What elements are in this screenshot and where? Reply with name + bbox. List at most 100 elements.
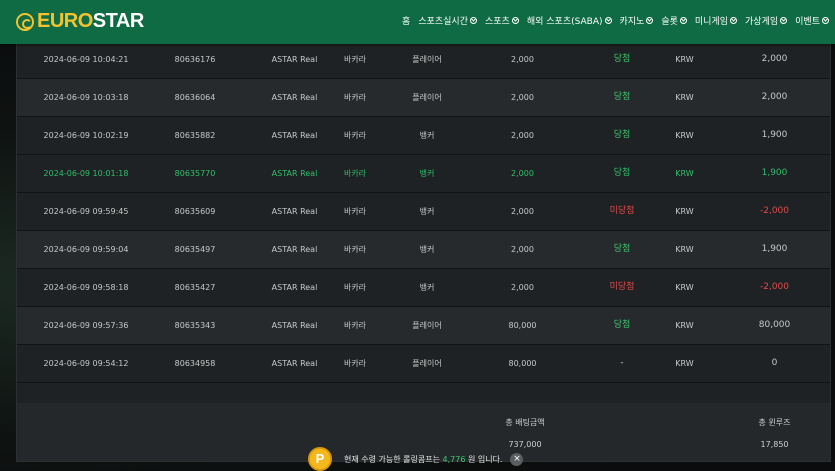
bet-date: 2024-06-09 09:54:12 (43, 359, 129, 368)
toast-close-button[interactable]: × (510, 452, 524, 466)
bet-date: 2024-06-09 09:58:18 (43, 283, 129, 292)
nav-item-label: 스포츠실시간 (418, 17, 468, 27)
chevron-down-icon (604, 17, 612, 24)
bet-result: 미당첨 (609, 282, 635, 292)
game-type: 바카라 (343, 93, 367, 102)
currency: KRW (675, 207, 694, 216)
nav-item[interactable]: 카지노 (620, 14, 654, 27)
total-winlose-value: 17,850 (760, 440, 789, 449)
nav-item[interactable]: 스포츠실시간 (418, 14, 477, 27)
payout: 1,900 (761, 130, 788, 140)
bet-amount: 2,000 (511, 55, 534, 64)
logo-icon (16, 12, 34, 31)
nav-item[interactable]: 홈 (402, 14, 410, 27)
bet-result: 당첨 (613, 320, 631, 330)
table-row[interactable]: 2024-06-09 09:54:12 80634958 ASTAR Real 바카라… (17, 345, 830, 383)
table-row[interactable]: 2024-06-09 09:59:04 80635497 ASTAR Real 바카라… (17, 231, 830, 269)
table-row[interactable]: 2024-06-09 10:03:18 80636064 ASTAR Real 바카라… (17, 79, 830, 117)
bet-id: 80636064 (174, 93, 216, 102)
bet-date: 2024-06-09 09:59:04 (43, 245, 129, 254)
game-name: ASTAR Real (271, 131, 318, 140)
game-type: 바카라 (343, 169, 367, 178)
toast-suffix: 원 입니다. (467, 454, 503, 464)
nav-item-label: 이벤트 (795, 17, 820, 27)
bet-date: 2024-06-09 09:57:36 (43, 321, 129, 330)
bet-choice: 플레이어 (412, 55, 442, 64)
toast-points: 4,776 (442, 454, 466, 464)
chevron-down-icon (511, 17, 519, 24)
bet-id: 80635770 (174, 169, 216, 178)
bet-result: 미당첨 (609, 206, 635, 216)
nav-item-label: 카지노 (619, 17, 645, 27)
bet-id: 80635882 (174, 131, 216, 140)
nav-item[interactable]: 슬롯 (661, 14, 687, 27)
bet-amount: 2,000 (511, 131, 534, 140)
bet-amount: 2,000 (511, 93, 534, 102)
bet-amount: 2,000 (511, 207, 534, 216)
currency: KRW (675, 55, 694, 64)
bet-date: 2024-06-09 09:59:45 (43, 207, 129, 216)
table-row[interactable]: 2024-06-09 09:57:36 80635343 ASTAR Real 바카라… (17, 307, 830, 345)
chevron-down-icon (822, 17, 829, 24)
total-bet-label: 총 배팅금액 (505, 418, 545, 427)
table-row[interactable]: 2024-06-09 10:02:19 80635882 ASTAR Real 바카라… (17, 117, 830, 155)
game-name: ASTAR Real (271, 321, 318, 330)
bet-result: 당첨 (613, 130, 631, 140)
currency: KRW (675, 169, 694, 178)
bet-date: 2024-06-09 10:02:19 (43, 131, 129, 140)
table-row[interactable]: 2024-06-09 09:58:18 80635427 ASTAR Real 바카라… (17, 269, 830, 307)
bet-result: 당첨 (613, 54, 631, 64)
chevron-down-icon (730, 17, 738, 24)
nav-item-label: 홈 (402, 17, 411, 27)
bet-date: 2024-06-09 10:03:18 (43, 93, 129, 102)
bet-amount: 2,000 (511, 245, 534, 254)
nav-item-label: 스포츠 (485, 17, 510, 27)
currency: KRW (675, 359, 694, 368)
game-name: ASTAR Real (271, 55, 318, 64)
game-name: ASTAR Real (271, 207, 318, 216)
chevron-down-icon (646, 17, 654, 24)
game-type: 바카라 (343, 321, 367, 330)
chevron-down-icon (679, 17, 687, 24)
game-type: 바카라 (343, 131, 367, 140)
bet-choice: 플레이어 (412, 359, 442, 368)
bet-choice: 뱅커 (419, 207, 435, 216)
payout: 1,900 (761, 244, 788, 254)
nav-item[interactable]: 해외 스포츠(SABA) (527, 14, 612, 27)
bet-choice: 뱅커 (419, 245, 435, 254)
game-name: ASTAR Real (271, 359, 318, 368)
game-type: 바카라 (343, 245, 367, 254)
site-logo[interactable]: EUROSTAR (16, 10, 144, 33)
bet-id: 80636176 (174, 55, 216, 64)
nav-item[interactable]: 미니게임 (695, 14, 738, 27)
nav-item[interactable]: 이벤트 (795, 14, 829, 27)
currency: KRW (675, 93, 694, 102)
table-row[interactable]: 2024-06-09 10:04:21 80636176 ASTAR Real 바카라… (17, 41, 830, 79)
nav-item[interactable]: 스포츠 (485, 14, 519, 27)
bet-result: - (620, 358, 624, 368)
currency: KRW (675, 321, 694, 330)
payout: 80,000 (758, 320, 791, 330)
bet-result: 당첨 (613, 244, 631, 254)
currency: KRW (675, 283, 694, 292)
bet-id: 80634958 (174, 359, 216, 368)
logo-text-accent: STAR (92, 10, 144, 32)
game-name: ASTAR Real (271, 93, 318, 102)
bet-choice: 뱅커 (419, 131, 435, 140)
bet-result: 당첨 (613, 92, 631, 102)
top-header: EUROSTAR 홈 스포츠실시간 스포츠 해외 스포츠(SABA) 카지노 슬롯 미니게임… (0, 0, 835, 44)
game-type: 바카라 (343, 359, 367, 368)
table-row[interactable]: 2024-06-09 09:59:45 80635609 ASTAR Real 바카라… (17, 193, 830, 231)
game-type: 바카라 (343, 283, 367, 292)
table-row[interactable]: 2024-06-09 10:01:18 80635770 ASTAR Real 바카라… (17, 155, 830, 193)
nav-item-label: 가상게임 (745, 17, 779, 27)
chevron-down-icon (780, 17, 788, 24)
game-name: ASTAR Real (271, 283, 318, 292)
toast-prefix: 현재 수령 가능한 롤링콤프는 (344, 454, 440, 464)
bet-id: 80635609 (174, 207, 216, 216)
nav-item[interactable]: 가상게임 (745, 14, 788, 27)
payout: 2,000 (761, 92, 788, 102)
point-coin-icon[interactable]: P (308, 447, 332, 471)
game-type: 바카라 (343, 207, 367, 216)
game-type: 바카라 (343, 55, 367, 64)
